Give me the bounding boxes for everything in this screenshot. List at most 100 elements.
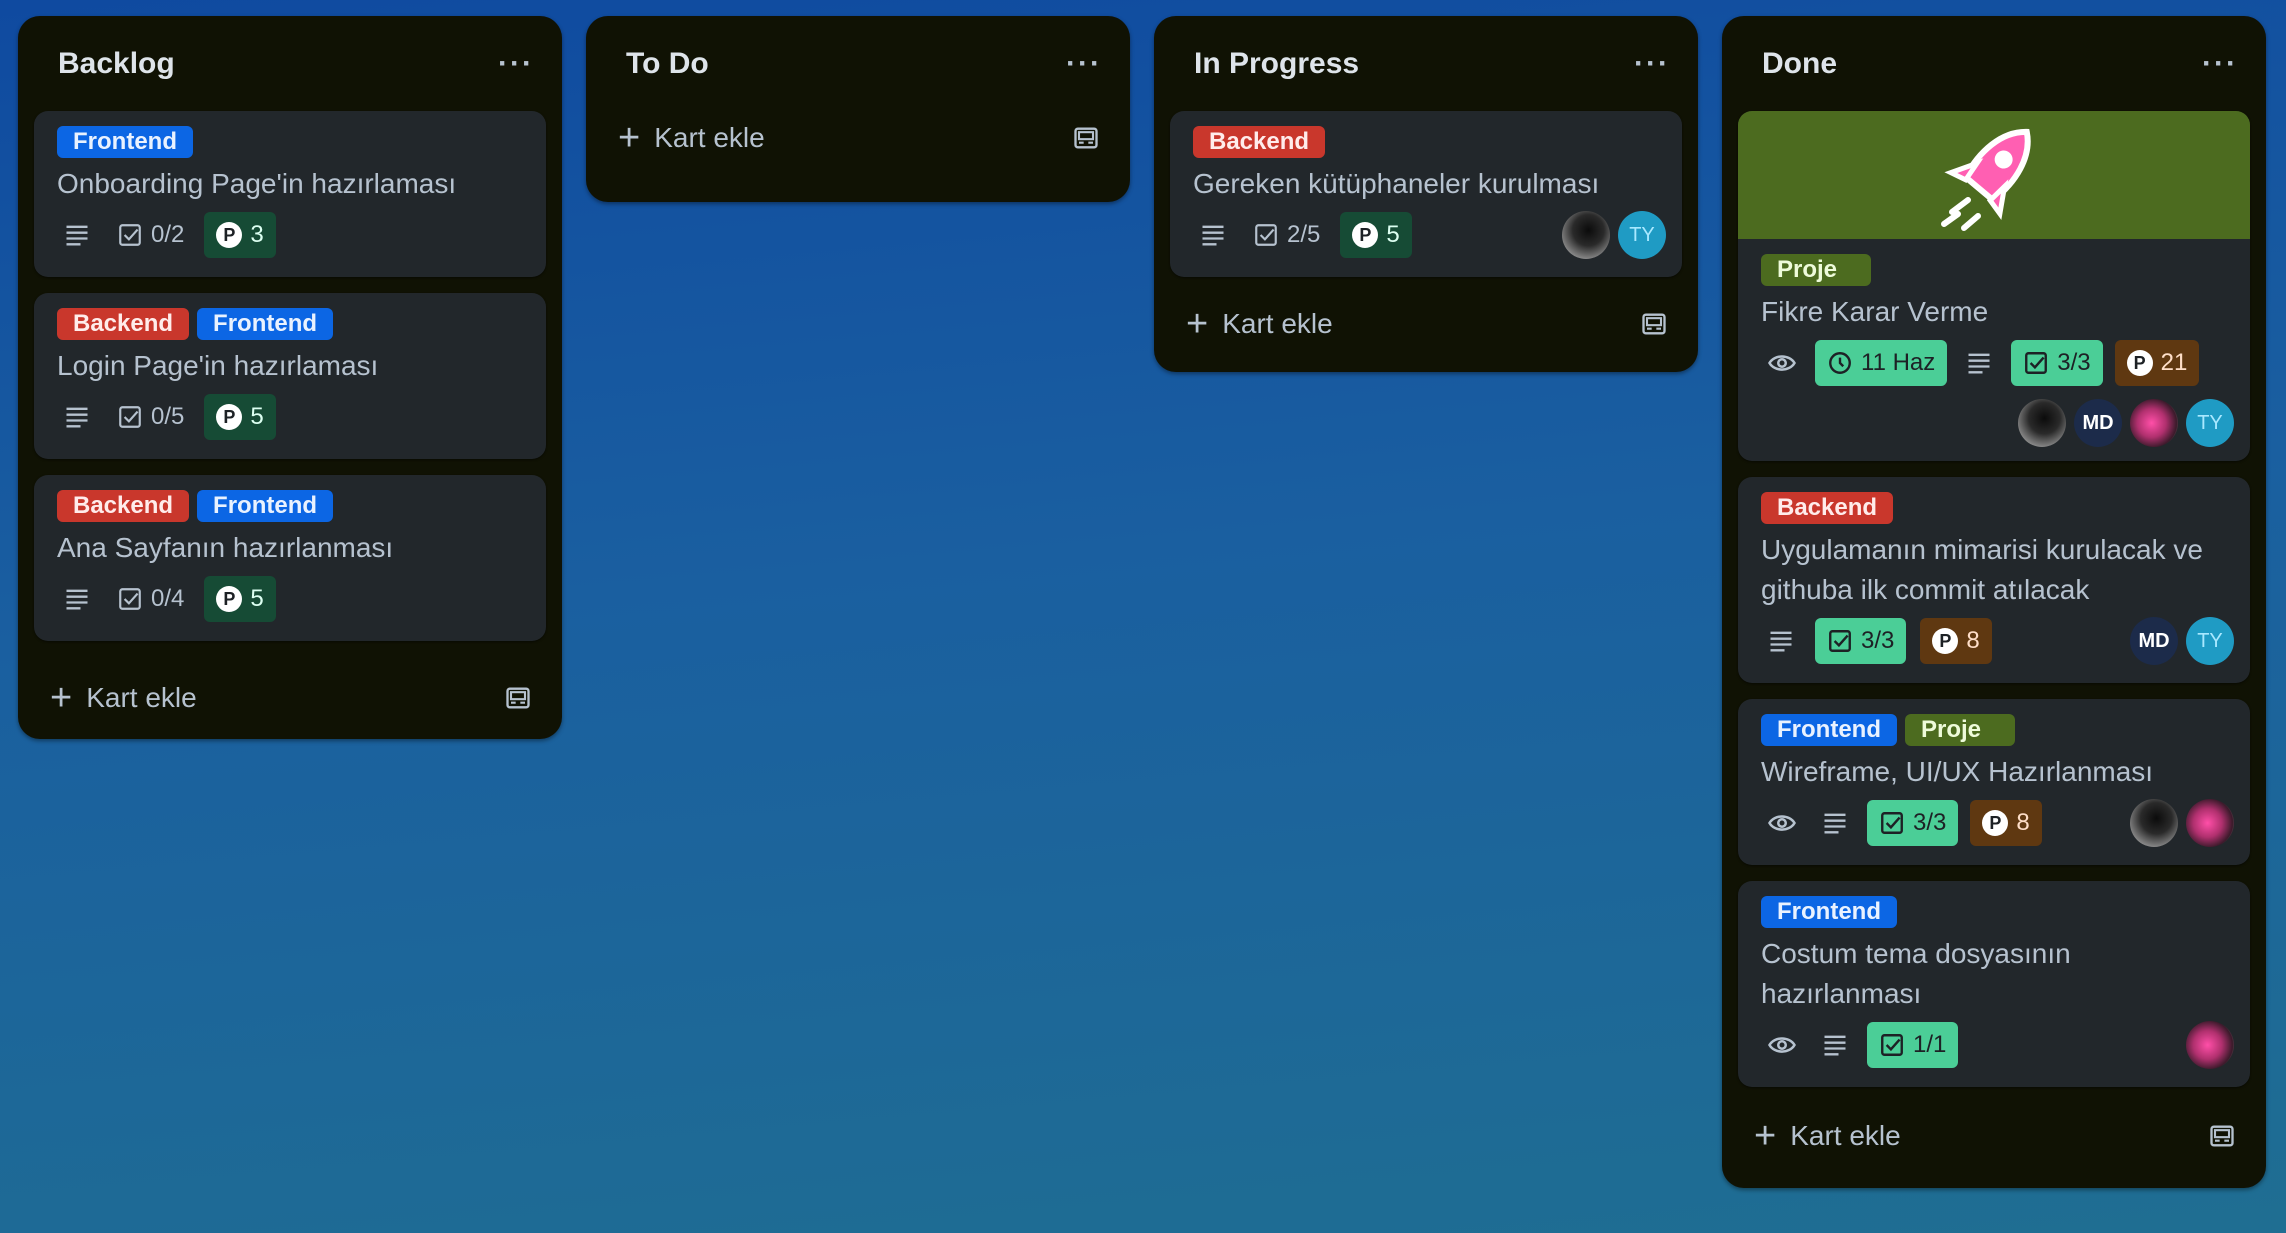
points-icon: P bbox=[216, 404, 243, 430]
checklist-badge: 2/5 bbox=[1247, 212, 1326, 258]
checklist-icon bbox=[1829, 630, 1851, 652]
card-badges: 0/4 P5 bbox=[57, 576, 523, 622]
checklist-badge: 1/1 bbox=[1867, 1022, 1959, 1068]
label-frontend[interactable]: Frontend bbox=[1761, 714, 1897, 746]
card-badges: 11 Haz 3/3 P 21 bbox=[1761, 340, 2227, 386]
label-backend[interactable]: Backend bbox=[57, 490, 190, 522]
avatar[interactable]: TY bbox=[2186, 399, 2234, 447]
card-badges: 0/5 P5 bbox=[57, 394, 523, 440]
more-icon[interactable]: ··· bbox=[1062, 47, 1106, 81]
label-proje[interactable]: Proje bbox=[1904, 714, 2015, 746]
list-header: To Do ··· bbox=[602, 16, 1114, 111]
list-in-progress: In Progress ··· Backend Gereken kütüphan… bbox=[1154, 16, 1698, 372]
add-card-button[interactable]: + Kart ekle bbox=[1738, 1103, 2250, 1169]
avatar[interactable] bbox=[2130, 399, 2178, 447]
label-frontend[interactable]: Frontend bbox=[1761, 896, 1897, 928]
checklist-icon bbox=[1255, 224, 1277, 246]
template-icon[interactable] bbox=[1072, 124, 1100, 152]
checklist-badge: 3/3 bbox=[2011, 340, 2103, 386]
avatar[interactable]: TY bbox=[1618, 211, 1666, 259]
plus-icon: + bbox=[618, 117, 641, 159]
card-labels: Backend Frontend bbox=[57, 490, 523, 522]
card-badges: 3/3 P8 MD TY bbox=[1761, 617, 2234, 665]
checklist-icon bbox=[2025, 352, 2048, 374]
list-title[interactable]: Done bbox=[1762, 47, 1837, 81]
add-card-label: Kart ekle bbox=[654, 122, 765, 153]
label-backend[interactable]: Backend bbox=[1761, 492, 1894, 524]
checklist-count: 1/1 bbox=[1913, 1031, 1947, 1058]
label-backend[interactable]: Backend bbox=[57, 308, 190, 340]
description-icon bbox=[1761, 618, 1801, 664]
plus-icon: + bbox=[1754, 1115, 1777, 1157]
label-frontend[interactable]: Frontend bbox=[197, 490, 334, 522]
template-icon[interactable] bbox=[504, 684, 532, 712]
card-badges: 0/2 P3 bbox=[57, 212, 523, 258]
avatar[interactable] bbox=[2130, 799, 2178, 847]
label-frontend[interactable]: Frontend bbox=[197, 308, 334, 340]
label-frontend[interactable]: Frontend bbox=[57, 126, 193, 158]
clock-icon bbox=[1829, 352, 1851, 374]
card[interactable]: Backend Frontend Ana Sayfanın hazırlanma… bbox=[34, 475, 546, 641]
watch-icon bbox=[1761, 1022, 1803, 1068]
description-icon bbox=[1193, 212, 1233, 258]
list-title[interactable]: Backlog bbox=[58, 47, 175, 81]
label-proje[interactable]: Proje bbox=[1761, 254, 1871, 286]
rocket-sticker-icon bbox=[1941, 128, 2031, 231]
card-title: Onboarding Page'in hazırlaması bbox=[57, 168, 457, 199]
description-icon bbox=[1815, 800, 1855, 846]
points-value: 5 bbox=[250, 585, 264, 612]
list-todo: To Do ··· + Kart ekle bbox=[586, 16, 1130, 202]
card-cover bbox=[1738, 111, 2250, 239]
description-icon bbox=[1815, 1022, 1855, 1068]
points-badge: P 21 bbox=[2114, 340, 2200, 386]
template-icon[interactable] bbox=[2208, 1122, 2236, 1150]
card-title: Uygulamanın mimarisi kurulacak ve github… bbox=[1761, 534, 2203, 605]
card[interactable]: Frontend Onboarding Page'in hazırlaması … bbox=[34, 111, 546, 277]
avatar[interactable] bbox=[2186, 799, 2234, 847]
add-card-button[interactable]: + Kart ekle bbox=[1170, 293, 1682, 355]
avatar[interactable]: TY bbox=[2186, 617, 2234, 665]
template-icon[interactable] bbox=[1640, 310, 1668, 338]
checklist-count: 3/3 bbox=[1913, 809, 1947, 836]
checklist-count: 2/5 bbox=[1287, 221, 1321, 248]
card-title: Wireframe, UI/UX Hazırlanması bbox=[1761, 756, 2154, 787]
add-card-label-group: + Kart ekle bbox=[50, 679, 197, 717]
card-labels: Frontend bbox=[57, 126, 523, 158]
card-members: MD TY bbox=[2130, 617, 2234, 665]
avatar[interactable] bbox=[2186, 1021, 2234, 1069]
more-icon[interactable]: ··· bbox=[494, 47, 538, 81]
more-icon[interactable]: ··· bbox=[1630, 47, 1674, 81]
avatar[interactable]: MD bbox=[2130, 617, 2178, 665]
due-date-badge[interactable]: 11 Haz bbox=[1815, 340, 1948, 386]
avatar[interactable] bbox=[2018, 399, 2066, 447]
card[interactable]: Frontend Proje Wireframe, UI/UX Hazırlan… bbox=[1738, 699, 2250, 865]
card[interactable]: Backend Uygulamanın mimarisi kurulacak v… bbox=[1738, 477, 2250, 683]
plus-icon: + bbox=[1186, 303, 1209, 345]
more-icon[interactable]: ··· bbox=[2198, 47, 2242, 81]
avatar[interactable]: MD bbox=[2074, 399, 2122, 447]
points-value: 5 bbox=[250, 403, 264, 430]
card[interactable]: Frontend Costum tema dosyasının hazırlan… bbox=[1738, 881, 2250, 1087]
card[interactable]: Backend Gereken kütüphaneler kurulması 2… bbox=[1170, 111, 1682, 277]
points-badge: P8 bbox=[1920, 618, 1992, 664]
add-card-button[interactable]: + Kart ekle bbox=[34, 657, 546, 739]
watch-icon bbox=[1761, 800, 1803, 846]
card-badges: 1/1 bbox=[1761, 1021, 2234, 1069]
card[interactable]: Proje Fikre Karar Verme 11 Haz 3/3 P 21 M… bbox=[1738, 111, 2250, 461]
label-backend[interactable]: Backend bbox=[1193, 126, 1326, 158]
checklist-badge: 0/4 bbox=[111, 576, 190, 622]
points-badge: P5 bbox=[204, 394, 276, 440]
add-card-button[interactable]: + Kart ekle bbox=[602, 107, 1114, 169]
points-badge: P5 bbox=[204, 576, 276, 622]
list-title[interactable]: In Progress bbox=[1194, 47, 1359, 81]
watch-icon bbox=[1761, 340, 1803, 386]
description-icon bbox=[1959, 340, 1999, 386]
points-value: 8 bbox=[2016, 809, 2030, 836]
checklist-badge: 3/3 bbox=[1815, 618, 1907, 664]
points-icon: P bbox=[1982, 810, 2009, 836]
avatar[interactable] bbox=[1562, 211, 1610, 259]
list-title[interactable]: To Do bbox=[626, 47, 709, 81]
card[interactable]: Backend Frontend Login Page'in hazırlama… bbox=[34, 293, 546, 459]
list-backlog: Backlog ··· Frontend Onboarding Page'in … bbox=[18, 16, 562, 739]
add-card-label-group: + Kart ekle bbox=[1754, 1117, 1901, 1155]
